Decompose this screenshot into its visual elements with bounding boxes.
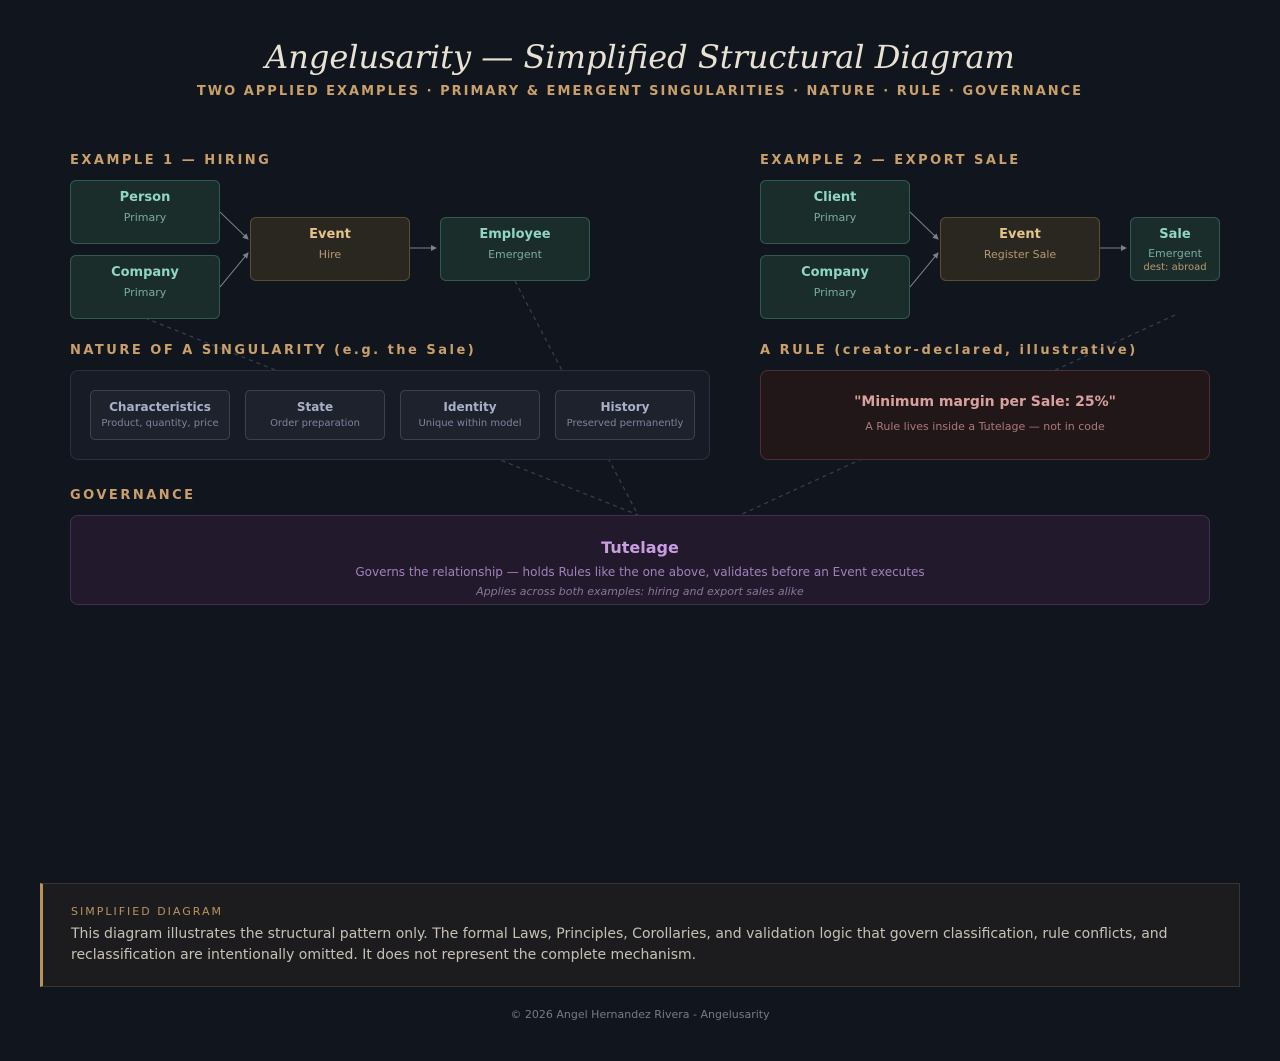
node-title: Client bbox=[813, 190, 857, 205]
nature-heading: NATURE OF A SINGULARITY (e.g. the Sale) bbox=[70, 343, 477, 358]
tutelage-panel: Tutelage Governs the relationship — hold… bbox=[70, 515, 1210, 605]
notice-body: This diagram illustrates the structural … bbox=[71, 926, 1168, 963]
arrow-company2-event bbox=[909, 252, 939, 288]
node-person: Person Primary bbox=[70, 180, 220, 244]
nature-item-characteristics: Characteristics Product, quantity, price bbox=[90, 390, 230, 440]
page-subtitle: TWO APPLIED EXAMPLES · PRIMARY & EMERGEN… bbox=[196, 84, 1084, 99]
node-kind: Emergent bbox=[1148, 247, 1202, 260]
nature-item-identity: Identity Unique within model bbox=[400, 390, 540, 440]
rule-quote: "Minimum margin per Sale: 25%" bbox=[854, 394, 1116, 410]
node-company: Company Primary bbox=[70, 255, 220, 319]
node-event-hire: Event Hire bbox=[250, 217, 410, 281]
node-kind: Primary bbox=[813, 286, 857, 299]
node-kind: Hire bbox=[318, 248, 342, 261]
node-note: dest: abroad bbox=[1143, 262, 1207, 273]
arrow-client-event bbox=[909, 211, 939, 240]
rule-heading: A RULE (creator-declared, illustrative) bbox=[760, 343, 1138, 358]
governance-heading: GOVERNANCE bbox=[70, 488, 196, 503]
nature-item-desc: Order preparation bbox=[270, 418, 360, 429]
node-title: Event bbox=[309, 227, 351, 242]
node-title: Company bbox=[111, 265, 179, 280]
node-sale: Sale Emergent dest: abroad bbox=[1130, 217, 1220, 281]
nature-panel: Characteristics Product, quantity, price… bbox=[70, 370, 710, 460]
node-title: Employee bbox=[479, 227, 551, 242]
simplified-notice: SIMPLIFIED DIAGRAM This diagram illustra… bbox=[40, 883, 1240, 987]
nature-item-state: State Order preparation bbox=[245, 390, 385, 440]
footer-copyright: © 2026 Angel Hernandez Rivera - Angelusa… bbox=[510, 1008, 770, 1021]
page-title: Angelusarity — Simplified Structural Dia… bbox=[265, 38, 1015, 76]
example2-heading: EXAMPLE 2 — EXPORT SALE bbox=[760, 153, 1021, 168]
example1-heading: EXAMPLE 1 — HIRING bbox=[70, 153, 272, 168]
tutelage-title: Tutelage bbox=[601, 538, 679, 557]
node-title: Sale bbox=[1159, 227, 1191, 242]
nature-item-desc: Preserved permanently bbox=[566, 418, 684, 429]
nature-item-title: History bbox=[600, 400, 650, 414]
node-employee: Employee Emergent bbox=[440, 217, 590, 281]
notice-heading: SIMPLIFIED DIAGRAM bbox=[71, 905, 223, 918]
node-title: Event bbox=[999, 227, 1041, 242]
node-kind: Register Sale bbox=[983, 248, 1057, 261]
nature-item-history: History Preserved permanently bbox=[555, 390, 695, 440]
node-client: Client Primary bbox=[760, 180, 910, 244]
node-kind: Emergent bbox=[488, 248, 542, 261]
rule-desc: A Rule lives inside a Tutelage — not in … bbox=[865, 420, 1105, 433]
tutelage-desc: Governs the relationship — holds Rules l… bbox=[355, 565, 925, 579]
tutelage-note: Applies across both examples: hiring and… bbox=[476, 585, 804, 598]
node-kind: Primary bbox=[123, 286, 167, 299]
arrow-person-event bbox=[219, 211, 249, 240]
nature-item-desc: Product, quantity, price bbox=[101, 418, 219, 429]
nature-item-title: Characteristics bbox=[109, 400, 211, 414]
node-company-2: Company Primary bbox=[760, 255, 910, 319]
node-title: Person bbox=[119, 190, 171, 205]
node-event-register-sale: Event Register Sale bbox=[940, 217, 1100, 281]
node-kind: Primary bbox=[813, 211, 857, 224]
node-title: Company bbox=[801, 265, 869, 280]
rule-panel: "Minimum margin per Sale: 25%" A Rule li… bbox=[760, 370, 1210, 460]
node-kind: Primary bbox=[123, 211, 167, 224]
nature-item-title: State bbox=[296, 400, 334, 414]
arrow-company-event bbox=[219, 252, 249, 288]
nature-item-desc: Unique within model bbox=[418, 418, 522, 429]
nature-item-title: Identity bbox=[443, 400, 497, 414]
